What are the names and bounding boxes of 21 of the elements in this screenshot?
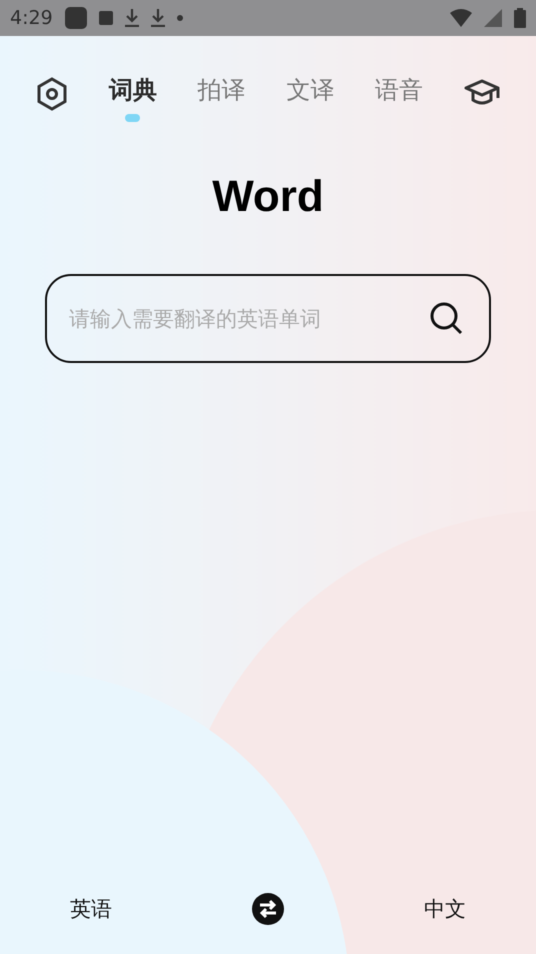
status-time: 4:29 [10,7,53,29]
notification-icon [98,11,113,25]
battery-icon [514,8,526,28]
nav-tab[interactable]: 语音 [375,74,424,106]
download-icon [150,9,165,27]
nav-tab[interactable]: 文译 [286,74,334,106]
dot-icon [176,15,183,21]
search-field[interactable]: 请输入需要翻译的英语单词 [45,274,491,363]
wifi-icon [450,9,472,27]
page-title: Word [212,172,324,222]
settings-icon[interactable] [36,77,68,111]
app-icon [64,7,87,29]
signal-icon [484,9,502,27]
swap-icon[interactable] [252,893,284,925]
source-language[interactable]: 英语 [70,895,112,923]
nav-tab[interactable]: 词典 [108,74,157,122]
search-icon[interactable] [429,301,463,335]
nav-tab[interactable]: 拍译 [198,74,246,106]
active-indicator [125,114,140,122]
target-language[interactable]: 中文 [424,895,466,923]
download-icon [124,9,139,27]
